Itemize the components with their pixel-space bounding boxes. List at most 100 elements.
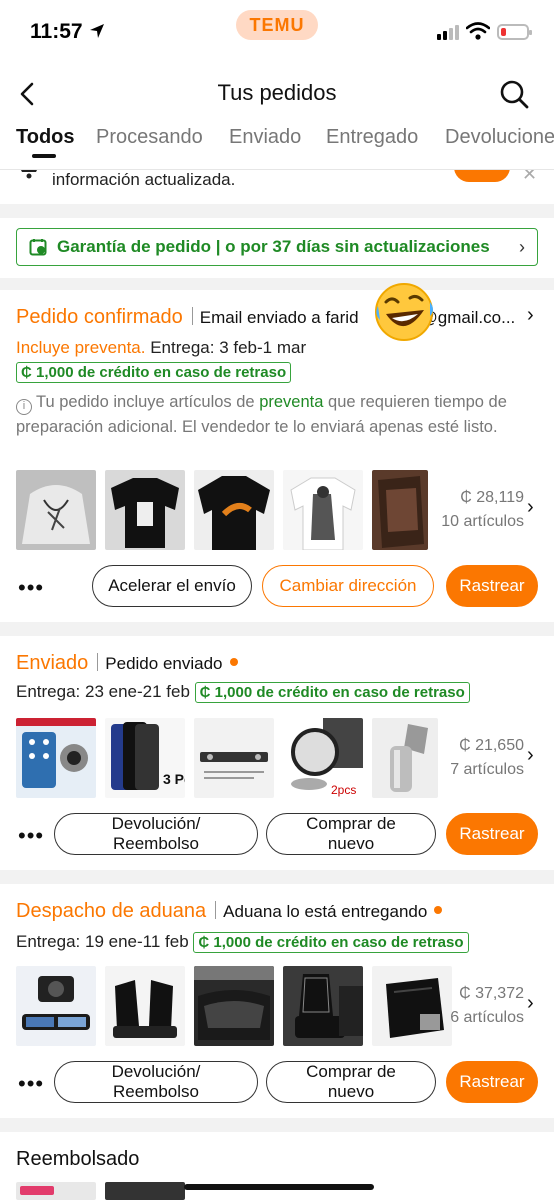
product-thumbnail bbox=[105, 966, 185, 1046]
delivery-window: Entrega: 3 feb-1 mar bbox=[150, 338, 307, 357]
chevron-right-icon[interactable]: › bbox=[527, 744, 534, 767]
temu-badge: TEMU bbox=[236, 10, 318, 40]
order-actions: ••• Acelerar el envío Cambiar dirección … bbox=[0, 565, 554, 609]
tab-enviado[interactable]: Enviado bbox=[229, 126, 301, 149]
status-bar: 11:57 TEMU bbox=[0, 0, 554, 66]
product-thumbnail bbox=[16, 718, 96, 798]
order-status: Despacho de aduana bbox=[16, 900, 207, 922]
presale-info: i Tu pedido incluye artículos de preventa… bbox=[16, 393, 507, 436]
header: Tus pedidos bbox=[0, 66, 554, 122]
order-total: ₵ 37,372 bbox=[459, 985, 524, 1002]
order-actions: ••• Devolución/Reembolso Comprar de nuevo… bbox=[0, 813, 554, 857]
guarantee-section: Garantía de pedido | ​o por 37 días sin … bbox=[0, 218, 554, 278]
product-thumbnail bbox=[16, 966, 96, 1046]
item-count: 6 artículos bbox=[450, 1009, 524, 1026]
speed-up-shipping-button[interactable]: Acelerar el envío bbox=[92, 565, 252, 607]
change-address-button[interactable]: Cambiar dirección bbox=[262, 565, 434, 607]
tab-procesando[interactable]: Procesando bbox=[96, 126, 203, 149]
delivery-window: Entrega: 19 ene-11 feb bbox=[16, 932, 189, 951]
page-title: Tus pedidos bbox=[217, 80, 337, 105]
order-substatus: Pedido enviado bbox=[105, 654, 223, 673]
delivery-window: Entrega: 23 ene-21 feb bbox=[16, 682, 190, 701]
more-options-icon[interactable]: ••• bbox=[18, 575, 44, 601]
order-summary[interactable]: ₵ 28,119 10 artículos bbox=[430, 486, 524, 534]
item-count: 10 artículos bbox=[441, 513, 524, 530]
delivery-line: Entrega: 23 ene-21 feb ₵ 1,000 de crédit… bbox=[16, 682, 470, 703]
order-status: Enviado bbox=[16, 652, 89, 674]
delivery-line: Incluye preventa. Entrega: 3 feb-1 mar bbox=[16, 338, 306, 358]
laughing-emoji-sticker bbox=[375, 283, 433, 341]
product-thumbnail: 2pcs bbox=[283, 718, 363, 798]
location-arrow-icon bbox=[90, 24, 104, 38]
order-status: Pedido confirmado bbox=[16, 306, 183, 328]
calendar-check-icon bbox=[29, 239, 47, 256]
product-thumbnail bbox=[194, 718, 274, 798]
status-dot bbox=[434, 906, 443, 914]
order-tabs: Todos Procesando Enviado Entregado Devol… bbox=[0, 122, 554, 170]
search-icon[interactable] bbox=[498, 78, 530, 110]
guarantee-text: Garantía de pedido | ​o por 37 días sin … bbox=[57, 237, 490, 256]
order-summary[interactable]: ₵ 37,372 6 artículos bbox=[430, 982, 524, 1030]
refunded-title: Reembolsado bbox=[16, 1148, 140, 1170]
order-card: Despacho de aduana Aduana lo está entrega… bbox=[0, 884, 554, 1118]
credit-badge: ₵ 1,000 de crédito en caso de retraso bbox=[16, 362, 292, 383]
guarantee-banner[interactable]: Garantía de pedido | ​o por 37 días sin … bbox=[16, 228, 538, 266]
product-thumbnail bbox=[372, 718, 438, 798]
return-refund-button[interactable]: Devolución/Reembolso bbox=[54, 1061, 258, 1103]
credit-line: ₵ 1,000 de crédito en caso de retraso bbox=[16, 362, 292, 383]
tab-devoluciones[interactable]: Devoluciones bbox=[445, 126, 554, 149]
chevron-right-icon: › bbox=[519, 237, 525, 257]
return-refund-button[interactable]: Devolución/Reembolso bbox=[54, 813, 258, 855]
cellular-signal-icon bbox=[437, 25, 459, 40]
order-summary[interactable]: ₵ 21,650 7 artículos bbox=[430, 734, 524, 782]
order-header[interactable]: Pedido confirmado Email enviado a farid @g… bbox=[16, 306, 515, 329]
item-count: 7 artículos bbox=[450, 761, 524, 778]
order-total: ₵ 21,650 bbox=[459, 737, 524, 754]
track-button[interactable]: Rastrear bbox=[446, 1061, 538, 1103]
product-thumbnail bbox=[16, 1182, 96, 1200]
product-thumbnail bbox=[283, 966, 363, 1046]
svg-text:2pcs: 2pcs bbox=[331, 783, 356, 797]
close-icon[interactable]: ✕ bbox=[522, 170, 537, 185]
chevron-right-icon[interactable]: › bbox=[527, 496, 534, 519]
track-button[interactable]: Rastrear bbox=[446, 813, 538, 855]
product-thumbnail bbox=[105, 1182, 185, 1200]
wifi-icon bbox=[466, 22, 490, 40]
tab-entregado[interactable]: Entregado bbox=[326, 126, 418, 149]
info-icon: i bbox=[16, 399, 32, 415]
credit-badge: ₵ 1,000 de crédito en caso de retraso bbox=[194, 682, 470, 703]
tab-todos[interactable]: Todos bbox=[16, 126, 75, 149]
chevron-right-icon[interactable]: › bbox=[527, 992, 534, 1015]
notification-banner: información actualizada. ✕ bbox=[0, 170, 554, 204]
svg-text:3 Pcs: 3 Pcs bbox=[163, 771, 185, 787]
order-card: Enviado Pedido enviado Entrega: 23 ene-21… bbox=[0, 636, 554, 870]
buy-again-button[interactable]: Comprar de nuevo bbox=[266, 1061, 436, 1103]
track-button[interactable]: Rastrear bbox=[446, 565, 538, 607]
active-tab-indicator bbox=[32, 154, 56, 158]
more-options-icon[interactable]: ••• bbox=[18, 1071, 44, 1097]
status-time: 11:57 bbox=[30, 20, 83, 43]
product-thumbnail bbox=[194, 966, 274, 1046]
product-thumbnail bbox=[16, 470, 96, 550]
buy-again-button[interactable]: Comprar de nuevo bbox=[266, 813, 436, 855]
bell-icon bbox=[21, 170, 37, 179]
order-substatus: Email enviado a farid bbox=[199, 308, 359, 327]
order-actions: ••• Devolución/Reembolso Comprar de nuevo… bbox=[0, 1061, 554, 1105]
home-indicator bbox=[184, 1184, 374, 1190]
product-thumbnail bbox=[194, 470, 274, 550]
order-header[interactable]: Enviado Pedido enviado bbox=[16, 652, 238, 675]
more-options-icon[interactable]: ••• bbox=[18, 823, 44, 849]
product-thumbnail bbox=[105, 470, 185, 550]
credit-badge: ₵ 1,000 de crédito en caso de retraso bbox=[193, 932, 469, 953]
notice-action-button[interactable] bbox=[454, 170, 510, 182]
product-thumbnail bbox=[372, 470, 428, 550]
order-card: Pedido confirmado Email enviado a farid @g… bbox=[0, 290, 554, 622]
order-header[interactable]: Despacho de aduana Aduana lo está entrega… bbox=[16, 900, 443, 923]
order-total: ₵ 28,119 bbox=[460, 489, 524, 506]
chevron-right-icon[interactable]: › bbox=[527, 304, 534, 327]
status-dot bbox=[229, 658, 238, 666]
presale-label: Incluye preventa. bbox=[16, 338, 146, 357]
notice-text: información actualizada. bbox=[52, 170, 236, 189]
product-thumbnail bbox=[283, 470, 363, 550]
product-thumbnail: 3 Pcs bbox=[105, 718, 185, 798]
